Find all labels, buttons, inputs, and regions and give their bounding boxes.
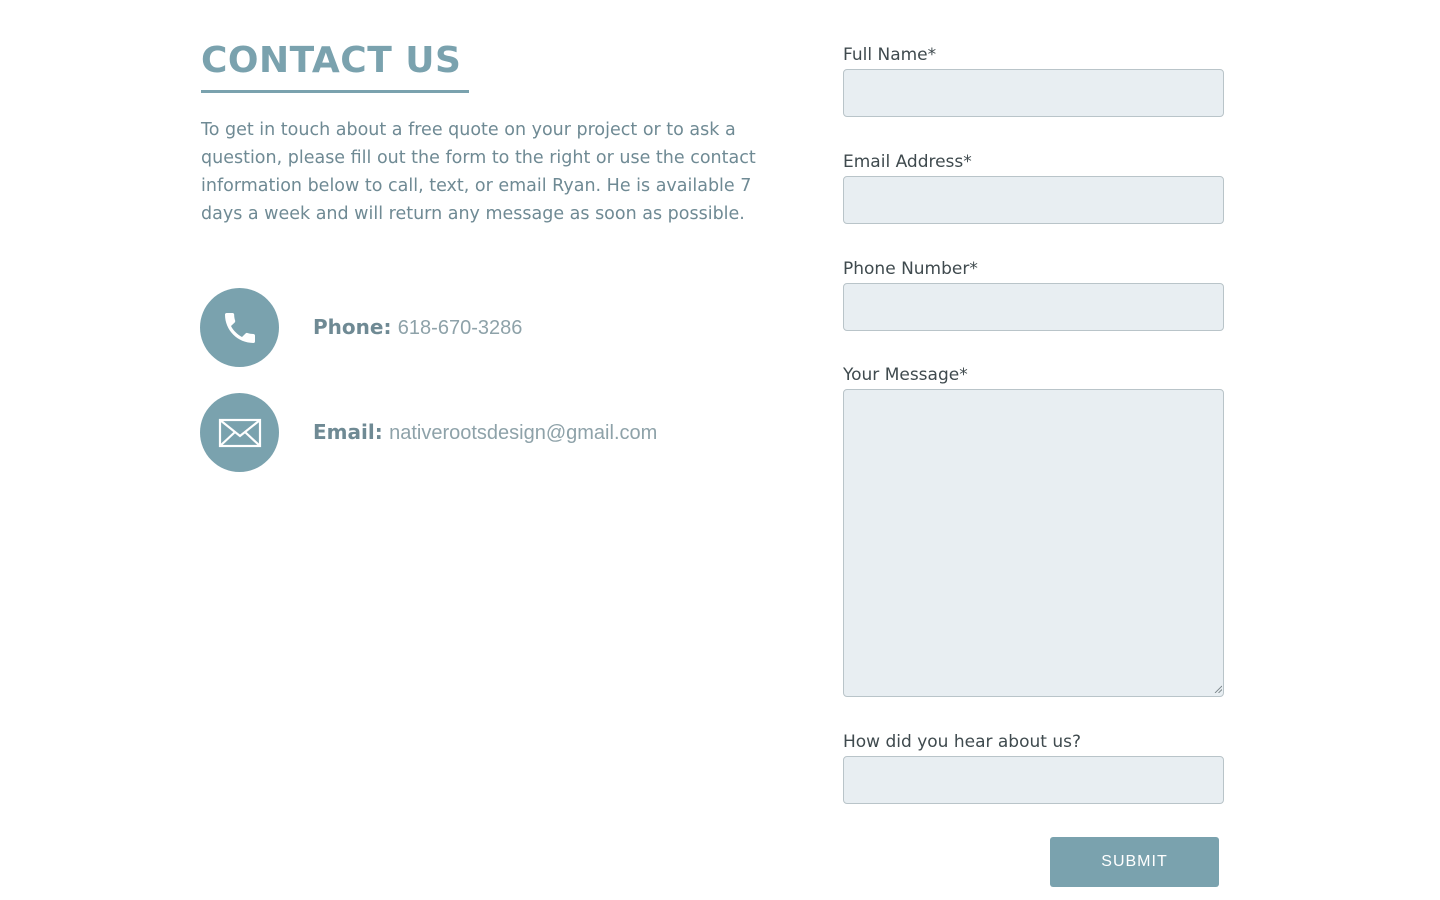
referral-label: How did you hear about us? [843, 732, 1081, 752]
email-address-label: Email Address* [843, 152, 972, 172]
phone-icon-circle [200, 288, 279, 367]
submit-button[interactable]: SUBMIT [1050, 837, 1219, 887]
envelope-icon [218, 418, 261, 447]
email-text: Email: nativerootsdesign@gmail.com [313, 420, 657, 445]
contact-page: CONTACT US To get in touch about a free … [0, 0, 1440, 900]
email-value[interactable]: nativerootsdesign@gmail.com [389, 422, 657, 444]
resize-grip-icon[interactable] [1214, 685, 1222, 693]
phone-number-input[interactable] [843, 283, 1224, 331]
phone-icon [224, 312, 255, 343]
message-label: Your Message* [843, 365, 968, 385]
email-label: Email: [313, 420, 383, 444]
full-name-input[interactable] [843, 69, 1224, 117]
contact-info-section: CONTACT US To get in touch about a free … [201, 40, 761, 228]
page-title: CONTACT US [201, 40, 470, 93]
phone-value[interactable]: 618-670-3286 [398, 317, 523, 339]
phone-label: Phone: [313, 315, 392, 339]
message-textarea[interactable] [843, 389, 1224, 697]
email-icon-circle [200, 393, 279, 472]
phone-number-label: Phone Number* [843, 259, 978, 279]
email-address-input[interactable] [843, 176, 1224, 224]
intro-paragraph: To get in touch about a free quote on yo… [201, 120, 756, 224]
email-row: Email: nativerootsdesign@gmail.com [200, 393, 657, 472]
phone-row: Phone: 618-670-3286 [200, 288, 522, 367]
phone-text: Phone: 618-670-3286 [313, 315, 522, 340]
referral-input[interactable] [843, 756, 1224, 804]
full-name-label: Full Name* [843, 45, 937, 65]
